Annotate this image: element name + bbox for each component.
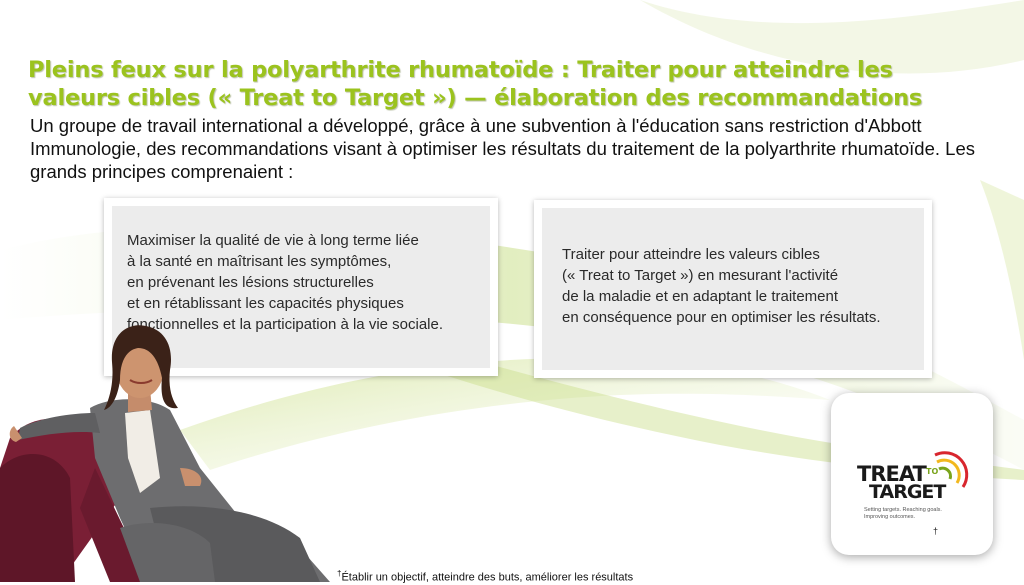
footnote: †Établir un objectif, atteindre des buts… <box>337 567 633 585</box>
logo-tagline: Setting targets. Reaching goals. Improvi… <box>864 507 942 520</box>
page-title: Pleins feux sur la polyarthrite rhumatoï… <box>28 57 923 111</box>
logo-dagger-mark: † <box>933 526 939 536</box>
woman-in-armchair-photo <box>0 325 330 582</box>
principle-card-2-panel: Traiter pour atteindre les valeurs cible… <box>542 208 924 370</box>
intro-paragraph: Un groupe de travail international a dév… <box>30 115 975 182</box>
logo-word-target: TARGET <box>869 481 946 503</box>
principle-card-2-text: Traiter pour atteindre les valeurs cible… <box>562 246 881 326</box>
logo-word-to: TO <box>926 467 939 476</box>
principle-card-2: Traiter pour atteindre les valeurs cible… <box>534 200 932 378</box>
treat-to-target-logo: TREAT TO TARGET Setting targets. Reachin… <box>831 393 993 555</box>
